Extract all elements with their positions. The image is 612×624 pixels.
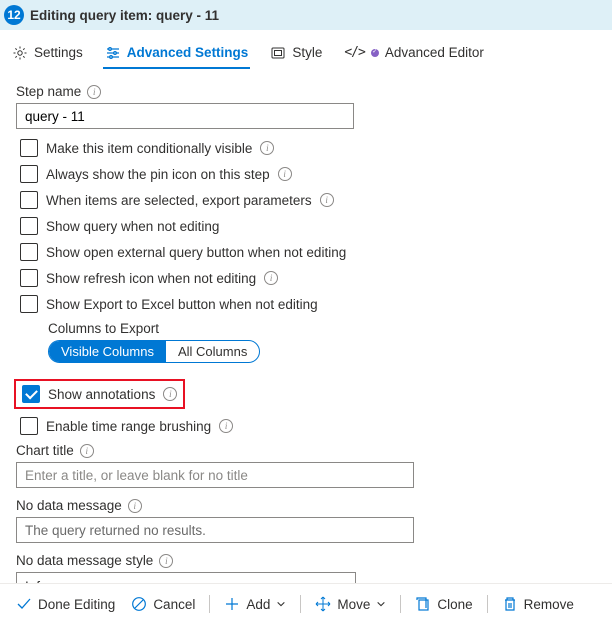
- header-title: Editing query item: query - 11: [30, 8, 219, 23]
- checkbox-show-query[interactable]: Show query when not editing: [20, 217, 596, 235]
- checkbox-refresh[interactable]: Show refresh icon when not editing i: [20, 269, 596, 287]
- info-icon[interactable]: i: [80, 444, 94, 458]
- checkbox-box[interactable]: [20, 139, 38, 157]
- purple-check-icon: [371, 49, 379, 57]
- checkbox-label: When items are selected, export paramete…: [46, 193, 312, 208]
- done-editing-button[interactable]: Done Editing: [8, 592, 123, 616]
- checkbox-label: Enable time range brushing: [46, 419, 211, 434]
- highlight-annotation-box: Show annotations i: [14, 379, 185, 409]
- remove-button[interactable]: Remove: [494, 592, 582, 616]
- info-icon[interactable]: i: [278, 167, 292, 181]
- checkbox-conditional[interactable]: Make this item conditionally visible i: [20, 139, 596, 157]
- tab-advanced-editor[interactable]: </> Advanced Editor: [342, 39, 486, 68]
- divider: [400, 595, 401, 613]
- move-label: Move: [337, 597, 370, 612]
- editing-header: 12 Editing query item: query - 11: [0, 0, 612, 30]
- move-button[interactable]: Move: [307, 592, 394, 616]
- checkbox-label: Show refresh icon when not editing: [46, 271, 256, 286]
- chevron-down-icon: [376, 599, 386, 609]
- add-button[interactable]: Add: [216, 592, 294, 616]
- info-icon[interactable]: i: [163, 387, 177, 401]
- columns-export-label: Columns to Export: [48, 321, 596, 336]
- tab-style-label: Style: [292, 45, 322, 60]
- checkbox-label: Show query when not editing: [46, 219, 219, 234]
- checkbox-box[interactable]: [20, 217, 38, 235]
- clone-icon: [415, 596, 431, 612]
- checkmark-icon: [16, 596, 32, 612]
- checkbox-box[interactable]: [20, 191, 38, 209]
- step-name-input[interactable]: [16, 103, 354, 129]
- checkbox-label: Show open external query button when not…: [46, 245, 346, 260]
- info-icon[interactable]: i: [260, 141, 274, 155]
- checkbox-box[interactable]: [20, 243, 38, 261]
- remove-label: Remove: [524, 597, 574, 612]
- divider: [300, 595, 301, 613]
- chart-title-input[interactable]: [16, 462, 414, 488]
- checkbox-box[interactable]: [20, 165, 38, 183]
- move-icon: [315, 596, 331, 612]
- divider: [209, 595, 210, 613]
- tab-settings[interactable]: Settings: [10, 39, 85, 69]
- checkbox-brushing[interactable]: Enable time range brushing i: [20, 417, 596, 435]
- checkbox-label: Show Export to Excel button when not edi…: [46, 297, 318, 312]
- checkbox-box[interactable]: [20, 295, 38, 313]
- step-number-badge: 12: [4, 5, 24, 25]
- info-icon[interactable]: i: [159, 554, 173, 568]
- no-data-style-label: No data message style: [16, 553, 153, 568]
- settings-tabs: Settings Advanced Settings Style </> Adv…: [0, 30, 612, 70]
- no-data-label: No data message: [16, 498, 122, 513]
- checkbox-export[interactable]: When items are selected, export paramete…: [20, 191, 596, 209]
- tab-settings-label: Settings: [34, 45, 83, 60]
- tab-advanced-settings[interactable]: Advanced Settings: [103, 39, 251, 69]
- content-area: Step name i Make this item conditionally…: [0, 70, 612, 600]
- columns-export-toggle[interactable]: Visible Columns All Columns: [48, 340, 260, 363]
- cancel-icon: [131, 596, 147, 612]
- add-label: Add: [246, 597, 270, 612]
- trash-icon: [502, 596, 518, 612]
- done-label: Done Editing: [38, 597, 115, 612]
- info-icon[interactable]: i: [320, 193, 334, 207]
- cancel-button[interactable]: Cancel: [123, 592, 203, 616]
- checkbox-external[interactable]: Show open external query button when not…: [20, 243, 596, 261]
- cancel-label: Cancel: [153, 597, 195, 612]
- no-data-input[interactable]: [16, 517, 414, 543]
- clone-label: Clone: [437, 597, 472, 612]
- tab-style[interactable]: Style: [268, 39, 324, 69]
- checkbox-box[interactable]: [20, 417, 38, 435]
- checkbox-pin[interactable]: Always show the pin icon on this step i: [20, 165, 596, 183]
- tab-advanced-label: Advanced Settings: [127, 45, 249, 60]
- checkbox-label: Show annotations: [48, 387, 155, 402]
- info-icon[interactable]: i: [128, 499, 142, 513]
- checkbox-box[interactable]: [20, 269, 38, 287]
- info-icon[interactable]: i: [264, 271, 278, 285]
- pill-visible-columns[interactable]: Visible Columns: [49, 341, 166, 362]
- sliders-icon: [105, 45, 121, 61]
- divider: [487, 595, 488, 613]
- code-icon: </>: [344, 45, 364, 60]
- checkbox-box[interactable]: [22, 385, 40, 403]
- info-icon[interactable]: i: [219, 419, 233, 433]
- checkbox-excel[interactable]: Show Export to Excel button when not edi…: [20, 295, 596, 313]
- pill-all-columns[interactable]: All Columns: [166, 341, 259, 362]
- tab-advanced-editor-label: Advanced Editor: [385, 45, 484, 60]
- gear-icon: [12, 45, 28, 61]
- plus-icon: [224, 596, 240, 612]
- chart-title-label: Chart title: [16, 443, 74, 458]
- clone-button[interactable]: Clone: [407, 592, 480, 616]
- step-name-label: Step name: [16, 84, 81, 99]
- style-icon: [270, 45, 286, 61]
- checkbox-annotations[interactable]: Show annotations i: [22, 385, 177, 403]
- chevron-down-icon: [276, 599, 286, 609]
- footer-toolbar: Done Editing Cancel Add Move Clone Remov…: [0, 583, 612, 624]
- checkbox-label: Always show the pin icon on this step: [46, 167, 270, 182]
- info-icon[interactable]: i: [87, 85, 101, 99]
- checkbox-label: Make this item conditionally visible: [46, 141, 252, 156]
